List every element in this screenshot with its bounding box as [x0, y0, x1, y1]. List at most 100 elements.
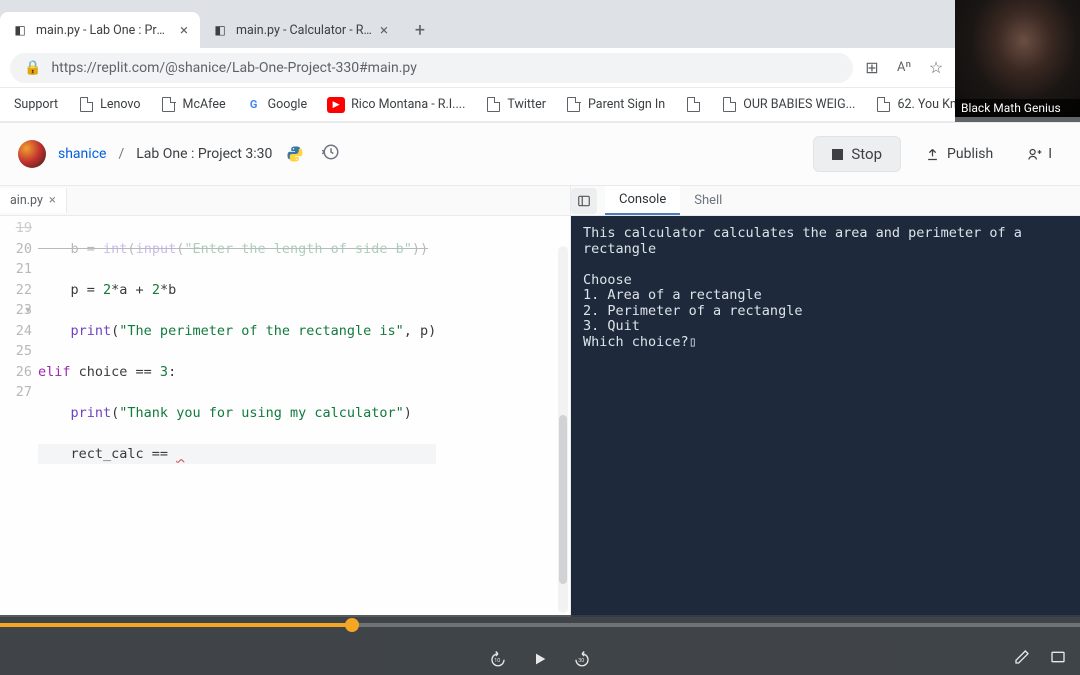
code-editor[interactable]: 19 20 21 22 ▾ 23 24 25 26 27 b = int(inp…	[0, 216, 570, 617]
line-number: 21	[0, 259, 32, 280]
doc-icon	[485, 97, 501, 113]
bookmark-google[interactable]: G Google	[238, 93, 315, 117]
upload-icon	[925, 147, 940, 162]
stop-icon	[832, 149, 843, 160]
doc-icon	[161, 97, 177, 113]
doc-icon	[721, 97, 737, 113]
replit-body: ain.py × 19 20 21 22 ▾ 23 24 25 26 27 b …	[0, 185, 1080, 617]
bookmark-parent[interactable]: Parent Sign In	[558, 93, 673, 117]
bookmark-lenovo[interactable]: Lenovo	[70, 93, 148, 117]
bookmark-label: Support	[14, 97, 58, 112]
close-icon[interactable]: ×	[180, 21, 188, 39]
playback-controls: 10 30	[488, 649, 592, 669]
file-tab-main[interactable]: ain.py ×	[0, 188, 67, 213]
bookmark-babies[interactable]: OUR BABIES WEIG...	[713, 93, 863, 117]
console-pane: Console Shell This calculator calculates…	[571, 185, 1080, 617]
bookmark-label: Google	[268, 97, 307, 112]
avatar[interactable]	[18, 140, 46, 168]
project-name: Lab One : Project 3:30	[136, 146, 272, 162]
tab-title: main.py - Calculator - Replit	[236, 23, 372, 38]
bookmark-label: Parent Sign In	[588, 97, 665, 112]
line-number: 26	[0, 362, 32, 383]
bookmark-mcafee[interactable]: McAfee	[153, 93, 234, 117]
python-icon	[284, 143, 306, 165]
line-number: 23	[0, 300, 32, 321]
tab-console[interactable]: Console	[605, 186, 680, 215]
code-content[interactable]: b = int(input("Enter the length of side …	[38, 216, 436, 617]
bookmark-label: Rico Montana - R.I....	[351, 97, 465, 112]
replit-app: shanice / Lab One : Project 3:30 Stop Pu…	[0, 122, 1080, 617]
rewind-10-icon[interactable]: 10	[488, 649, 508, 669]
address-bar: 🔒 https://replit.com/@shanice/Lab-One-Pr…	[0, 48, 955, 88]
progress-fill	[0, 623, 352, 627]
publish-label: Publish	[947, 146, 993, 162]
bookmarks-bar: Support Lenovo McAfee G Google ▶ Rico Mo…	[0, 88, 955, 122]
invite-label: I	[1048, 146, 1052, 162]
favorite-icon[interactable]: ☆	[927, 59, 945, 77]
gutter: 19 20 21 22 ▾ 23 24 25 26 27	[0, 216, 38, 617]
doc-icon	[685, 97, 701, 113]
forward-30-icon[interactable]: 30	[572, 649, 592, 669]
scrollbar-thumb[interactable]	[559, 415, 567, 584]
close-icon[interactable]: ×	[380, 21, 388, 39]
person-plus-icon	[1027, 147, 1042, 162]
right-controls	[1012, 647, 1068, 667]
editor-scrollbar[interactable]	[558, 246, 568, 613]
fullscreen-icon[interactable]	[1048, 647, 1068, 667]
sidebar-toggle-icon[interactable]	[571, 188, 597, 214]
file-tab-label: ain.py	[10, 193, 43, 208]
stop-button[interactable]: Stop	[813, 136, 901, 172]
tab-title: main.py - Lab One : Project 3:30	[36, 23, 172, 38]
line-number: 20	[0, 239, 32, 260]
browser-tab[interactable]: ◧ main.py - Calculator - Replit ×	[200, 12, 400, 48]
doc-icon	[78, 97, 94, 113]
bookmark-rico[interactable]: ▶ Rico Montana - R.I....	[319, 93, 473, 117]
tab-favicon-icon: ◧	[212, 22, 228, 38]
browser-tab-active[interactable]: ◧ main.py - Lab One : Project 3:30 ×	[0, 12, 200, 48]
progress-thumb[interactable]	[345, 618, 359, 632]
publish-button[interactable]: Publish	[913, 140, 1005, 168]
bookmark-label: Lenovo	[100, 97, 140, 112]
stop-label: Stop	[851, 145, 882, 163]
console-output[interactable]: This calculator calculates the area and …	[571, 216, 1080, 617]
tab-favicon-icon: ◧	[12, 22, 28, 38]
edit-icon[interactable]	[1012, 647, 1032, 667]
video-controls: 10 30	[0, 615, 1080, 675]
tab-shell[interactable]: Shell	[680, 187, 736, 214]
presenter-name: Black Math Genius	[955, 99, 1080, 117]
new-tab-button[interactable]: +	[406, 16, 434, 44]
url-text: https://replit.com/@shanice/Lab-One-Proj…	[51, 60, 416, 76]
play-icon[interactable]	[530, 649, 550, 669]
replit-header: shanice / Lab One : Project 3:30 Stop Pu…	[0, 123, 1080, 185]
invite-button[interactable]: I	[1017, 140, 1062, 168]
console-tabs: Console Shell	[571, 186, 1080, 216]
browser-chrome: ◧ main.py - Lab One : Project 3:30 × ◧ m…	[0, 0, 955, 122]
line-number: 19	[0, 218, 32, 239]
reader-icon[interactable]: Aⁿ	[895, 59, 913, 77]
tab-bar: ◧ main.py - Lab One : Project 3:30 × ◧ m…	[0, 0, 955, 48]
bookmark-twitter[interactable]: Twitter	[477, 93, 554, 117]
history-icon[interactable]	[322, 143, 340, 166]
line-number: 22 ▾	[0, 280, 32, 301]
doc-icon	[875, 97, 891, 113]
progress-bar[interactable]	[0, 623, 1080, 627]
doc-icon	[566, 97, 582, 113]
svg-text:10: 10	[494, 658, 500, 664]
apps-icon[interactable]: ⊞	[863, 59, 881, 77]
bookmark-blank[interactable]	[677, 93, 709, 117]
line-number: 24	[0, 321, 32, 342]
line-number: 27	[0, 382, 32, 403]
bookmark-label: Twitter	[507, 97, 546, 112]
line-number: 25	[0, 341, 32, 362]
bookmark-label: McAfee	[183, 97, 226, 112]
google-icon: G	[246, 97, 262, 113]
file-tabs: ain.py ×	[0, 186, 570, 216]
editor-pane: ain.py × 19 20 21 22 ▾ 23 24 25 26 27 b …	[0, 185, 571, 617]
bookmark-support[interactable]: Support	[6, 93, 66, 116]
username-link[interactable]: shanice	[58, 146, 106, 162]
webcam-overlay: Black Math Genius	[955, 0, 1080, 117]
lock-icon: 🔒	[24, 60, 41, 76]
url-input[interactable]: 🔒 https://replit.com/@shanice/Lab-One-Pr…	[10, 53, 853, 83]
close-icon[interactable]: ×	[49, 193, 56, 208]
address-bar-actions: ⊞ Aⁿ ☆	[863, 59, 945, 77]
